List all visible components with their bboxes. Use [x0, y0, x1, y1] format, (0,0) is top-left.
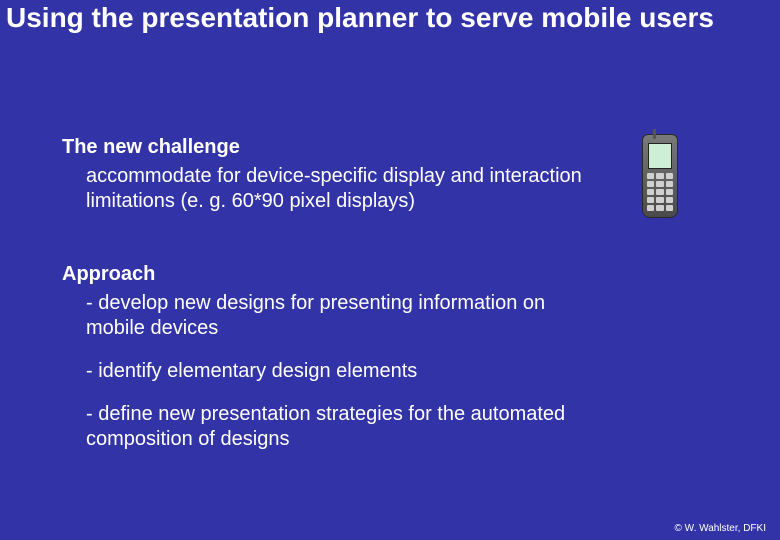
slide-footer: © W. Wahlster, DFKI	[675, 523, 766, 534]
approach-bullet: - identify elementary design elements	[86, 359, 606, 384]
challenge-text: accommodate for device-specific display …	[86, 164, 606, 214]
approach-bullet: - define new presentation strategies for…	[86, 402, 606, 452]
slide-title: Using the presentation planner to serve …	[6, 2, 760, 34]
slide: Using the presentation planner to serve …	[0, 0, 780, 540]
approach-bullet: - develop new designs for presenting inf…	[86, 291, 606, 341]
approach-heading: Approach	[62, 262, 740, 287]
approach-block: Approach - develop new designs for prese…	[62, 262, 740, 452]
challenge-heading: The new challenge	[62, 135, 740, 160]
slide-body: The new challenge accommodate for device…	[62, 135, 740, 470]
